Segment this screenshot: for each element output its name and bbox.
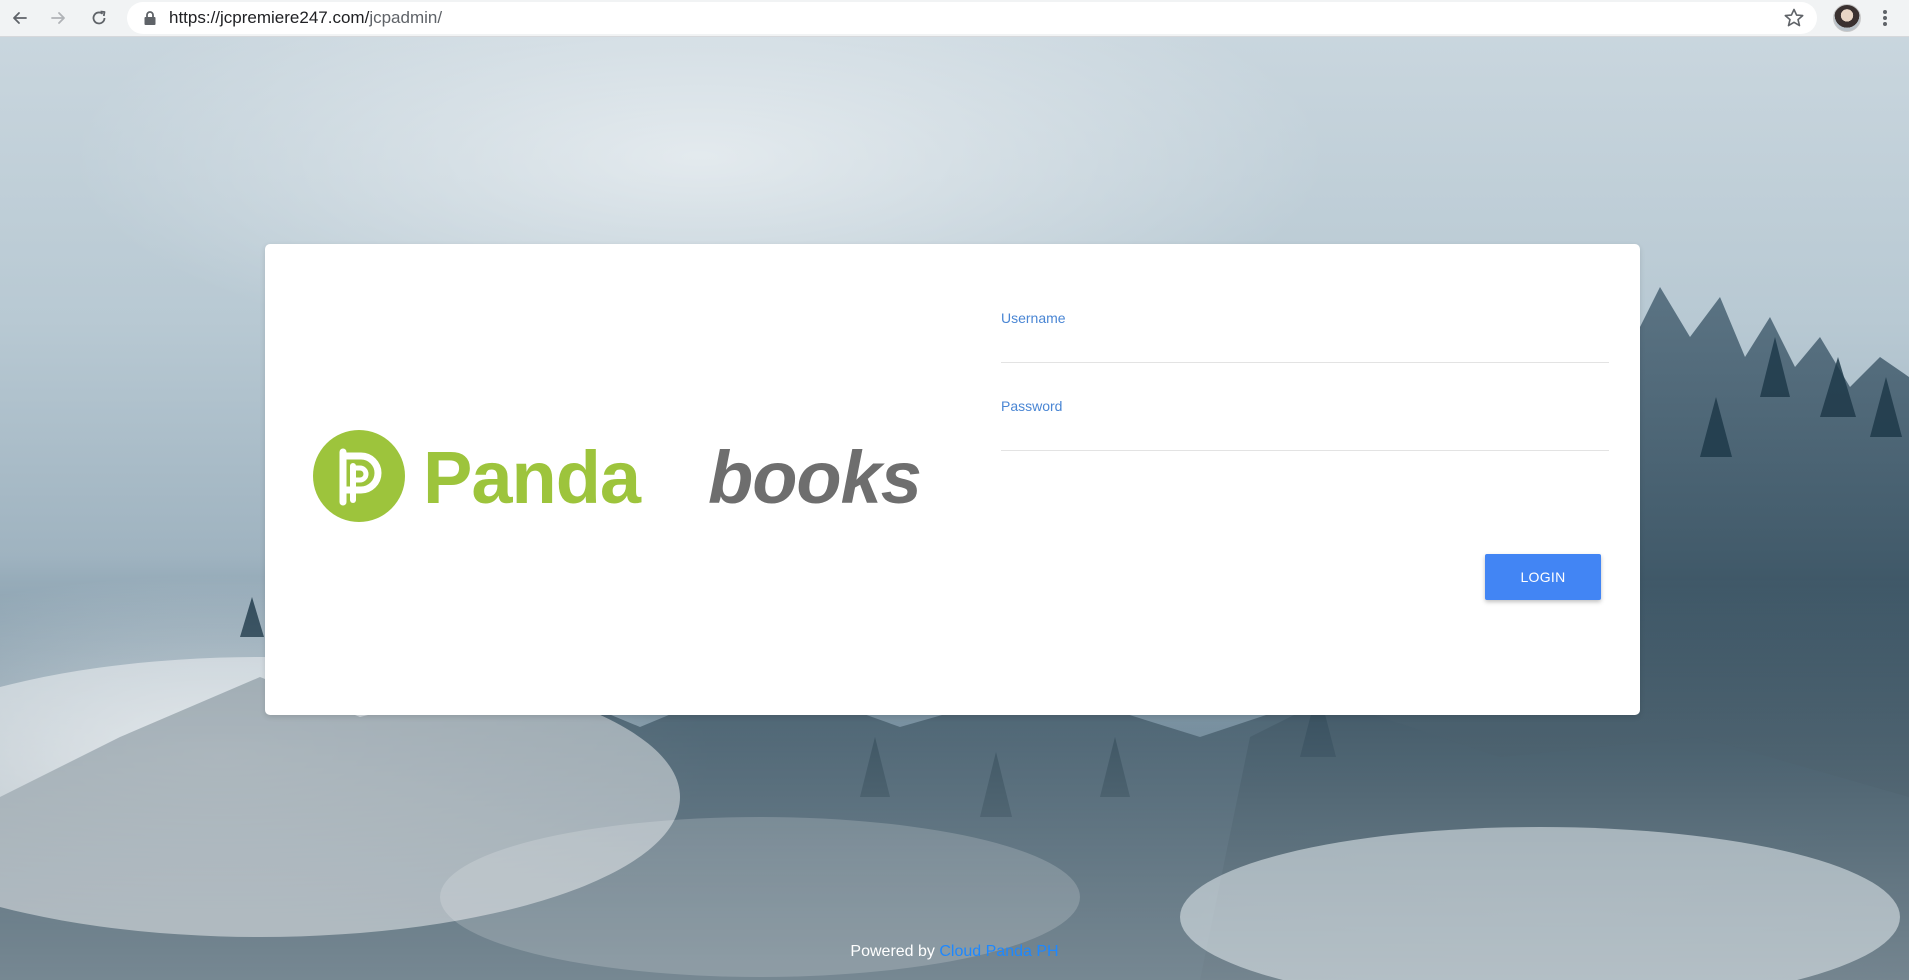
back-arrow-icon bbox=[13, 12, 27, 24]
username-input[interactable] bbox=[1001, 332, 1609, 363]
footer: Powered by Cloud Panda PH bbox=[0, 942, 1909, 962]
reload-button[interactable] bbox=[85, 4, 113, 32]
star-icon[interactable] bbox=[1783, 7, 1805, 29]
url-text: https://jcpremiere247.com/jcpadmin/ bbox=[169, 8, 442, 28]
reload-icon bbox=[92, 10, 106, 25]
username-label: Username bbox=[1001, 310, 1066, 326]
forward-button[interactable] bbox=[44, 4, 72, 32]
pandabooks-logo: Panda books bbox=[313, 430, 922, 526]
password-input[interactable] bbox=[1001, 420, 1609, 451]
password-label: Password bbox=[1001, 398, 1063, 414]
cloud-panda-link[interactable]: Cloud Panda PH bbox=[939, 943, 1058, 960]
powered-by-text: Powered by bbox=[850, 943, 935, 960]
back-button[interactable] bbox=[6, 4, 34, 32]
url-path: jcpadmin/ bbox=[369, 8, 443, 27]
login-card: Panda books Username Password LOGIN bbox=[265, 244, 1640, 715]
forward-arrow-icon bbox=[51, 12, 65, 24]
address-bar[interactable]: https://jcpremiere247.com/jcpadmin/ bbox=[127, 2, 1817, 34]
logo-word-books: books bbox=[708, 436, 922, 519]
login-page: Panda books Username Password LOGIN Powe… bbox=[0, 37, 1909, 980]
pandabooks-mark-icon bbox=[313, 430, 405, 522]
browser-toolbar: https://jcpremiere247.com/jcpadmin/ bbox=[0, 0, 1909, 37]
url-host: https://jcpremiere247.com/ bbox=[169, 8, 370, 27]
avatar[interactable] bbox=[1833, 4, 1861, 32]
kebab-menu-icon[interactable] bbox=[1874, 4, 1896, 32]
lock-icon bbox=[144, 11, 156, 25]
login-button[interactable]: LOGIN bbox=[1485, 554, 1601, 600]
logo-word-panda: Panda bbox=[423, 436, 641, 519]
